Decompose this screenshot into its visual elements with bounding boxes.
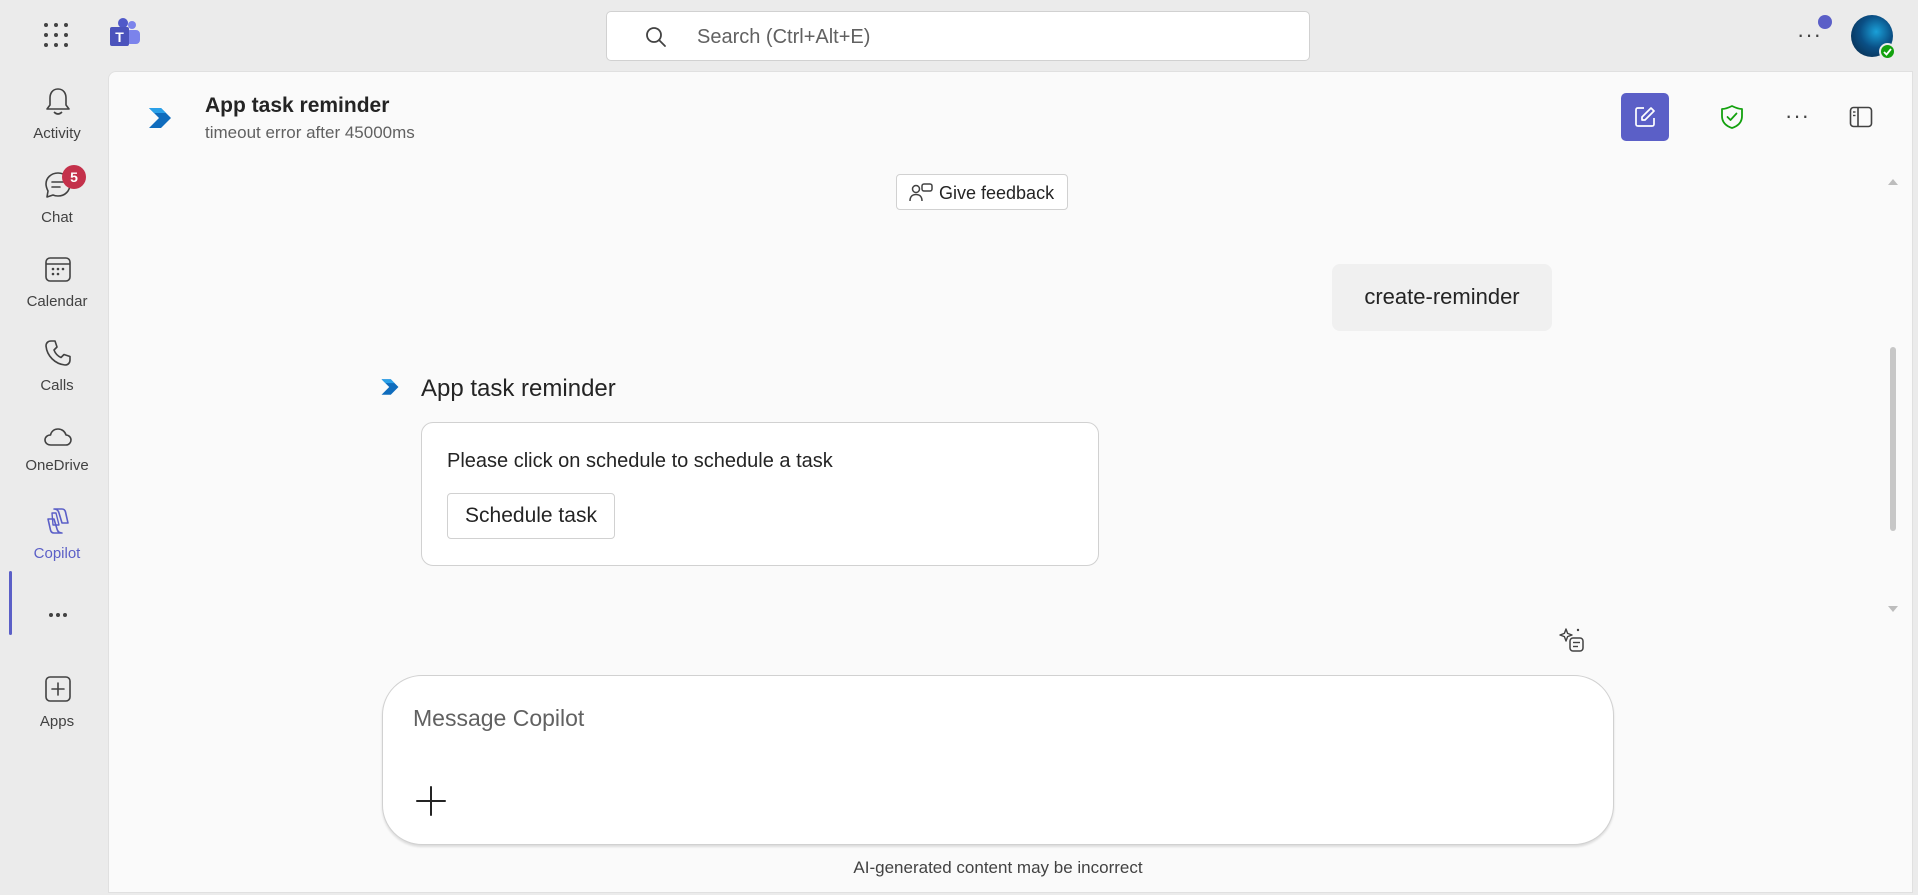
phone-icon — [45, 340, 71, 366]
add-attachment-icon[interactable] — [413, 783, 449, 819]
feedback-icon — [909, 183, 933, 202]
cloud-icon — [44, 428, 72, 446]
bot-name: App task reminder — [421, 375, 616, 402]
rail-item-activity[interactable]: Activity — [6, 85, 108, 157]
rail-label-calendar: Calendar — [26, 293, 88, 310]
card-text: Please click on schedule to schedule a t… — [447, 450, 833, 472]
waffle-icon[interactable] — [42, 21, 70, 49]
schedule-task-button[interactable]: Schedule task — [447, 493, 615, 539]
search-icon — [646, 27, 666, 47]
ai-disclaimer: AI-generated content may be incorrect — [853, 858, 1143, 877]
copilot-icon — [47, 508, 69, 534]
notification-dot — [1818, 15, 1832, 29]
rail-item-calls[interactable]: Calls — [6, 337, 108, 409]
new-chat-button[interactable] — [1621, 93, 1669, 141]
rail-label-calls: Calls — [40, 377, 74, 394]
scrollbar-thumb[interactable] — [1890, 347, 1896, 531]
user-message-text: create-reminder — [1364, 284, 1520, 309]
svg-text:T: T — [115, 29, 124, 45]
chat-unread-badge: 5 — [62, 165, 86, 189]
rail-item-onedrive[interactable]: OneDrive — [6, 421, 108, 493]
message-composer — [382, 675, 1614, 845]
chat-title: App task reminder — [205, 94, 390, 117]
side-panel-icon[interactable] — [1849, 106, 1873, 133]
top-bar: T Search (Ctrl+Alt+E) ··· — [0, 0, 1918, 71]
scroll-down-arrow-icon[interactable] — [1887, 600, 1899, 618]
rail-label-activity: Activity — [33, 125, 81, 142]
prompt-suggestions-icon[interactable] — [1558, 626, 1586, 659]
more-options-icon[interactable]: ··· — [1785, 103, 1810, 129]
shield-check-icon[interactable] — [1720, 104, 1744, 135]
bot-logo-icon — [380, 377, 400, 402]
app-rail: Activity 5 Chat Calendar Calls OneDrive — [6, 71, 108, 895]
rail-more-apps[interactable] — [6, 599, 108, 631]
message-input[interactable] — [413, 698, 1513, 738]
teams-logo-icon: T — [108, 18, 142, 55]
chat-subtitle: timeout error after 45000ms — [205, 123, 415, 142]
rail-item-calendar[interactable]: Calendar — [6, 253, 108, 325]
search-placeholder: Search (Ctrl+Alt+E) — [697, 26, 871, 48]
rail-label-copilot: Copilot — [33, 545, 81, 562]
scroll-up-arrow-icon[interactable] — [1887, 173, 1899, 191]
rail-label-onedrive: OneDrive — [25, 457, 89, 474]
give-feedback-button[interactable]: Give feedback — [896, 174, 1068, 210]
bell-icon — [46, 88, 70, 115]
compose-icon — [1635, 107, 1655, 127]
rail-item-copilot[interactable]: Copilot — [6, 505, 108, 577]
rail-item-apps[interactable]: Apps — [6, 673, 108, 745]
presence-available-icon — [1879, 43, 1896, 60]
rail-label-apps: Apps — [39, 713, 75, 730]
avatar[interactable] — [1851, 15, 1896, 60]
more-horizontal-icon — [49, 613, 67, 617]
main-panel: App task reminder timeout error after 45… — [108, 71, 1913, 893]
adaptive-card: Please click on schedule to schedule a t… — [421, 422, 1099, 566]
rail-item-chat[interactable]: 5 Chat — [6, 165, 108, 241]
give-feedback-label: Give feedback — [939, 183, 1055, 203]
search-box[interactable]: Search (Ctrl+Alt+E) — [606, 11, 1310, 61]
add-app-icon — [45, 676, 71, 702]
calendar-icon — [45, 257, 71, 282]
rail-label-chat: Chat — [41, 209, 73, 226]
user-message-bubble: create-reminder — [1332, 264, 1552, 331]
app-task-reminder-logo-icon — [147, 105, 173, 136]
